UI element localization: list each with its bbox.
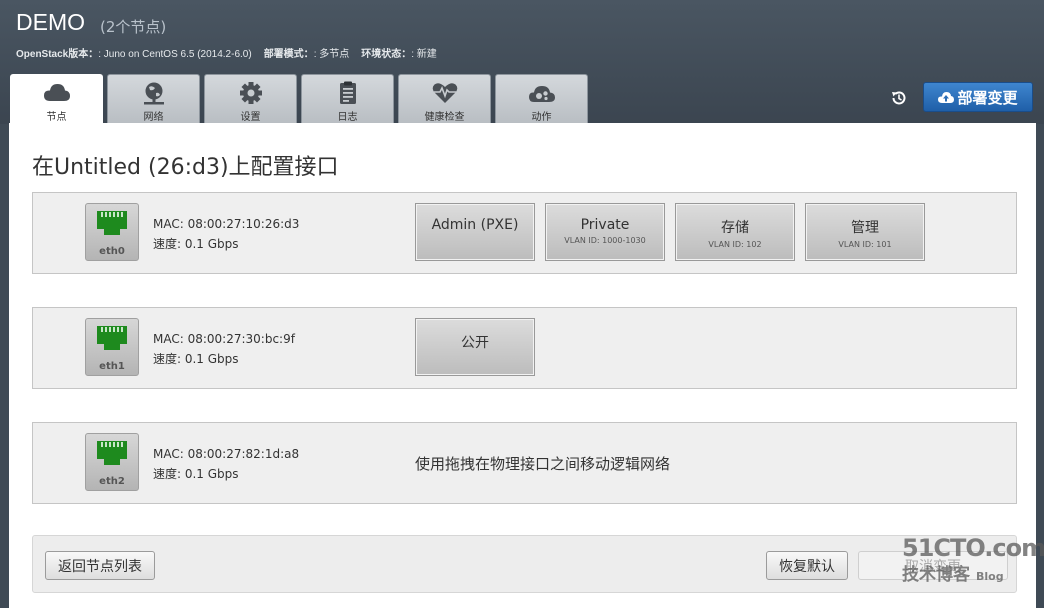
mac-address: MAC: 08:00:27:30:bc:9f [153, 332, 295, 346]
link-speed: 速度: 0.1 Gbps [153, 237, 239, 251]
openstack-value: : Juno on CentOS 6.5 (2014.2-6.0) [98, 49, 252, 60]
tab-settings-label: 设置 [240, 112, 261, 123]
deploy-changes-label: 部署变更 [957, 88, 1018, 107]
port-name: eth2 [99, 476, 125, 487]
network-name: Admin (PXE) [431, 217, 519, 233]
network-name: Private [580, 217, 630, 233]
network-icon [143, 82, 164, 105]
watermark-line1: 51CTO.com [902, 534, 1044, 562]
drag-drop-hint: 使用拖拽在物理接口之间移动逻辑网络 [415, 455, 671, 473]
env-status-value: : 新建 [411, 49, 437, 60]
environment-meta: OpenStack版本：: Juno on CentOS 6.5 (2014.2… [16, 45, 437, 60]
network-name: 管理 [851, 220, 879, 236]
port-name: eth1 [99, 361, 125, 372]
network-name: 存储 [721, 220, 749, 236]
restore-defaults-button[interactable]: 恢复默认 [766, 551, 848, 580]
clipboard-icon [339, 81, 356, 104]
header-bar: DEMO (2个节点) OpenStack版本：: Juno on CentOS… [0, 0, 1044, 124]
ethernet-port-icon [97, 211, 127, 235]
tab-health-check-label: 健康检查 [424, 112, 465, 123]
watermark-line2-text: 技术博客 [902, 565, 970, 585]
port-eth2[interactable]: eth2 [85, 433, 139, 491]
network-management[interactable]: 管理 VLAN ID: 101 [805, 203, 925, 261]
port-name: eth0 [99, 246, 125, 257]
link-speed: 速度: 0.1 Gbps [153, 352, 239, 366]
cloud-icon [43, 84, 70, 101]
page-title: 在Untitled (26:d3)上配置接口 [32, 155, 339, 180]
tab-nodes-label: 节点 [46, 112, 67, 123]
vlan-id: VLAN ID: 1000-1030 [564, 236, 646, 245]
ethernet-port-icon [97, 441, 127, 465]
network-storage[interactable]: 存储 VLAN ID: 102 [675, 203, 795, 261]
deploy-changes-button[interactable]: 部署变更 [923, 82, 1033, 112]
footer-bar: 返回节点列表 恢复默认 取消变更 [32, 535, 1017, 593]
network-private[interactable]: Private VLAN ID: 1000-1030 [545, 203, 665, 261]
tab-nodes[interactable]: 节点 [10, 74, 103, 124]
network-name: 公开 [461, 335, 489, 351]
interface-row-eth0: eth0 MAC: 08:00:27:10:26:d3 速度: 0.1 Gbps… [32, 192, 1017, 274]
back-to-node-list-button[interactable]: 返回节点列表 [45, 551, 155, 580]
port-eth1[interactable]: eth1 [85, 318, 139, 376]
tab-network[interactable]: 网络 [107, 74, 200, 123]
tab-settings[interactable]: 设置 [204, 74, 297, 123]
network-public[interactable]: 公开 [415, 318, 535, 376]
deploy-mode-value: : 多节点 [313, 49, 350, 60]
site-watermark: 51CTO.com 技术博客 Blog [902, 534, 1044, 594]
history-icon[interactable] [890, 89, 908, 107]
environment-title: DEMO [16, 9, 85, 35]
deploy-mode-label: 部署模式： [263, 49, 314, 60]
openstack-label: OpenStack版本： [16, 49, 99, 60]
cloud-gears-icon [528, 86, 555, 102]
interface-row-eth1: eth1 MAC: 08:00:27:30:bc:9f 速度: 0.1 Gbps… [32, 307, 1017, 389]
ethernet-port-icon [97, 326, 127, 350]
heart-pulse-icon [432, 83, 457, 103]
interface-row-eth2: eth2 MAC: 08:00:27:82:1d:a8 速度: 0.1 Gbps… [32, 422, 1017, 504]
tab-actions-label: 动作 [531, 112, 552, 123]
watermark-line2: 技术博客 Blog [902, 560, 1032, 585]
vlan-id: VLAN ID: 102 [708, 240, 762, 249]
tab-logs[interactable]: 日志 [301, 74, 394, 123]
network-admin-pxe[interactable]: Admin (PXE) [415, 203, 535, 261]
watermark-blog: Blog [976, 570, 1004, 583]
gear-icon [239, 82, 262, 104]
tab-health-check[interactable]: 健康检查 [398, 74, 491, 123]
vlan-id: VLAN ID: 101 [838, 240, 892, 249]
node-count: (2个节点) [100, 18, 167, 36]
env-status-label: 环境状态： [361, 49, 412, 60]
main-panel: 在Untitled (26:d3)上配置接口 eth0 MAC: 08:00:2… [9, 123, 1036, 608]
tab-actions[interactable]: 动作 [495, 74, 588, 123]
mac-address: MAC: 08:00:27:10:26:d3 [153, 217, 300, 231]
cloud-upload-icon [938, 91, 955, 103]
mac-address: MAC: 08:00:27:82:1d:a8 [153, 447, 300, 461]
link-speed: 速度: 0.1 Gbps [153, 467, 239, 481]
port-eth0[interactable]: eth0 [85, 203, 139, 261]
tab-network-label: 网络 [143, 112, 164, 123]
tab-logs-label: 日志 [337, 112, 358, 123]
